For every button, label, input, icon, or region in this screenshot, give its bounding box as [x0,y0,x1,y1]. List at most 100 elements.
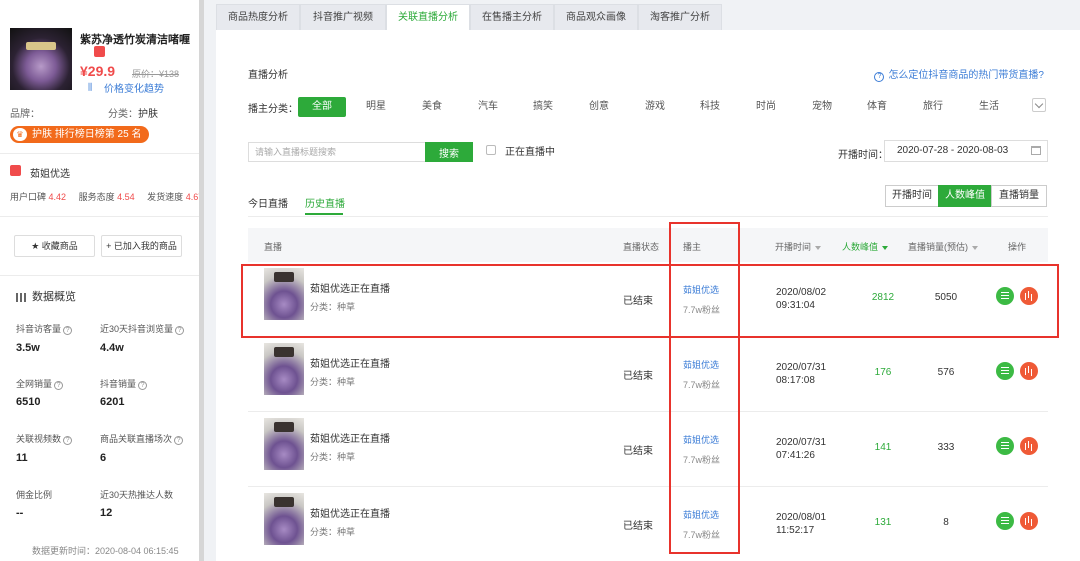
table-row[interactable]: 茹姐优选正在直播 分类：种草 已结束 茹姐优选 7.7w粉丝 2020/07/3… [248,412,1048,487]
anchor-link[interactable]: 茹姐优选 [683,508,719,521]
category-item[interactable]: 明星 [360,97,392,117]
sort-by-peak-viewers[interactable]: 人数峰值 [938,185,992,207]
help-icon[interactable]: ? [175,326,185,335]
tab-seller-analysis[interactable]: 在售播主分析 [470,4,554,31]
anchor-link[interactable]: 茹姐优选 [683,433,719,446]
live-category: 分类：种草 [310,452,356,462]
live-only-checkbox[interactable] [486,145,496,155]
price-trend-link[interactable]: 价格变化趋势 [104,80,164,95]
live-title[interactable]: 茹姐优选正在直播 [310,355,390,370]
help-link[interactable]: ? 怎么定位抖音商品的热门带货直播? [874,66,1044,82]
tab-douyin-videos[interactable]: 抖音推广视频 [300,4,386,31]
column-header-sortable[interactable]: 人数峰值 [842,240,889,253]
divider [0,216,200,217]
analytics-chart-icon[interactable] [1020,287,1038,305]
live-sales: 5050 [934,292,958,303]
column-header: 直播状态 [623,242,660,252]
live-cover-image[interactable] [264,343,304,395]
subtab-today[interactable]: 今日直播 [248,195,288,210]
live-title[interactable]: 茹姐优选正在直播 [310,505,390,520]
help-icon[interactable]: ? [63,326,73,335]
tab-live-analysis[interactable]: 关联直播分析 [386,4,470,31]
anchor-fans: 7.7w粉丝 [683,305,721,315]
column-header-label: 人数峰值 [842,242,879,252]
details-list-icon[interactable] [996,437,1014,455]
live-category: 分类：种草 [310,302,356,312]
brand-label: 品牌： [10,109,40,120]
score-value: 4.54 [117,192,135,202]
column-header: 操作 [1008,242,1027,252]
expand-categories-icon[interactable] [1032,98,1046,112]
table-row[interactable]: 茹姐优选正在直播 分类：种草 已结束 茹姐优选 7.7w粉丝 2020/08/0… [248,487,1048,561]
help-icon[interactable]: ? [54,381,64,390]
analytics-chart-icon[interactable] [1020,362,1038,380]
stat-value: 4.4w [100,342,124,354]
category-item[interactable]: 科技 [694,97,726,117]
column-header-sortable[interactable]: 直播销量(预估) [908,240,978,253]
search-input[interactable] [248,142,426,162]
category-item[interactable]: 美食 [416,97,448,117]
subtab-history[interactable]: 历史直播 [305,195,345,210]
live-cover-image[interactable] [264,268,304,320]
stat-label: 佣金比例 [16,490,53,500]
tab-taoke-analysis[interactable]: 淘客推广分析 [638,4,722,31]
table-row[interactable]: 茹姐优选正在直播 分类：种草 已结束 茹姐优选 7.7w粉丝 2020/08/0… [248,262,1048,337]
tab-audience-profile[interactable]: 商品观众画像 [554,4,638,31]
anchor-link[interactable]: 茹姐优选 [683,358,719,371]
live-category: 分类：种草 [310,377,356,387]
category-item[interactable]: 体育 [861,97,893,117]
favorite-button[interactable]: ★ 收藏商品 [14,235,95,257]
stat-value: 11 [16,452,28,464]
stat-label: 抖音销量? [100,377,148,390]
rank-badge[interactable]: ♛ 护肤 排行榜日榜第 25 名 [10,126,150,143]
category-all[interactable]: 全部 [298,97,346,117]
overview-title-text: 数据概览 [32,291,76,303]
category-item[interactable]: 游戏 [639,97,671,117]
live-cover-image[interactable] [264,418,304,470]
column-header-label: 直播销量(预估) [908,242,968,252]
help-icon[interactable]: ? [63,436,73,445]
live-analysis-panel: 直播分析 ? 怎么定位抖音商品的热门带货直播? 播主分类： 全部 明星 美食 汽车… [216,30,1080,561]
product-card: 紫苏净透竹炭清洁啫喱 ¥29.9 原价：¥138 ⫼ 价格变化趋势 [10,28,195,95]
tab-product-heat[interactable]: 商品热度分析 [216,4,300,31]
category-item[interactable]: 旅行 [917,97,949,117]
category-info: 分类：护肤 [108,105,158,120]
column-header-sortable[interactable]: 开播时间 [775,240,822,253]
stat-label: 商品关联直播场次? [100,432,184,445]
analytics-chart-icon[interactable] [1020,437,1038,455]
analytics-chart-icon[interactable] [1020,512,1038,530]
sort-by-live-sales[interactable]: 直播销量 [991,185,1047,207]
help-icon[interactable]: ? [174,436,184,445]
sort-by-start-time[interactable]: 开播时间 [885,185,939,207]
start-date: 2020/07/31 [776,437,827,448]
category-item[interactable]: 创意 [583,97,615,117]
anchor-fans: 7.7w粉丝 [683,455,721,465]
divider [248,216,1048,217]
add-to-mine-button[interactable]: + 已加入我的商品 [101,235,182,257]
start-clock: 09:31:04 [776,300,815,311]
stat-label: 关联视频数? [16,432,73,445]
anchor-link[interactable]: 茹姐优选 [683,283,719,296]
category-label: 分类： [108,109,138,120]
help-icon[interactable]: ? [138,381,148,390]
sort-caret-icon [815,245,822,250]
category-item[interactable]: 搞笑 [527,97,559,117]
details-list-icon[interactable] [996,287,1014,305]
live-cover-image[interactable] [264,493,304,545]
live-title[interactable]: 茹姐优选正在直播 [310,430,390,445]
live-only-label: 正在直播中 [505,147,555,158]
table-row[interactable]: 茹姐优选正在直播 分类：种草 已结束 茹姐优选 7.7w粉丝 2020/07/3… [248,337,1048,412]
live-sales: 8 [943,517,949,528]
live-title[interactable]: 茹姐优选正在直播 [310,280,390,295]
category-item[interactable]: 宠物 [806,97,838,117]
date-range-picker[interactable]: 2020-07-28 - 2020-08-03 [884,140,1048,162]
category-item[interactable]: 生活 [973,97,1005,117]
details-list-icon[interactable] [996,362,1014,380]
category-item[interactable]: 时尚 [750,97,782,117]
details-list-icon[interactable] [996,512,1014,530]
stat-value: 6201 [100,396,125,408]
search-button[interactable]: 搜索 [425,142,473,162]
category-item[interactable]: 汽车 [472,97,504,117]
stat-label: 全网销量? [16,377,64,390]
sidebar-scrollbar[interactable] [199,0,204,561]
